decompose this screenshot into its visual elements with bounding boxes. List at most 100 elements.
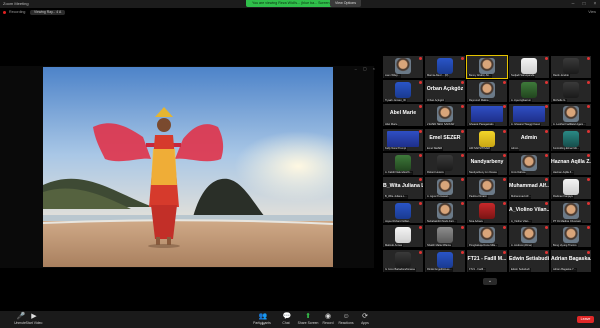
participant-tile[interactable]: Marnia Alexz... (D) [425,56,465,78]
muted-mic-icon [545,250,548,254]
muted-mic-icon [419,202,422,206]
maximize-icon[interactable]: □ [581,0,587,8]
close-icon[interactable]: × [592,0,598,8]
participant-video [521,82,537,99]
participant-display-name: Muhammad Alf... [509,183,549,189]
participant-video [563,58,579,74]
participant-tile[interactable]: Kontrolling Elmar Mo... [551,128,591,151]
participant-tile[interactable]: A_Violino Vilan... A_Violino Vilan... [509,201,549,224]
participant-tile[interactable]: Adrian Bagaska... Adrian Bagaska Y... [551,249,591,272]
participant-tile[interactable]: A. Ghearat Tiauggi Kasur [509,104,549,127]
participant-tile[interactable]: Robert Hereze [425,152,465,175]
apps-button[interactable]: ⟳ Apps [345,313,385,325]
muted-mic-icon [503,105,506,109]
participant-video [563,82,579,99]
participant-name: Ghearat Pacagamalo [468,122,495,127]
participant-tile[interactable]: Paulina Kiniaini [467,177,507,199]
start-video-button[interactable]: ▶ Start Video [14,313,54,325]
participant-tile[interactable]: FT21 - FadlI M... FT21 - FadlI... [467,249,507,272]
participant-video [395,227,411,244]
participant-tile[interactable]: Rodman Fanjaya [551,177,591,199]
participant-tile[interactable]: G Coco Bariadora/Grassa [383,249,423,272]
participant-name: Adrian Bagaska Y... [552,268,577,272]
participant-tile[interactable]: Nuhahainibit Nodo Fari... [425,201,465,224]
participant-video [437,154,453,171]
fullscreen-icon[interactable]: ▢ [363,66,367,72]
viewing-indicator[interactable]: Viewing Ray... 4 A [30,9,66,15]
participant-tile[interactable]: B_Wita Juliana L... B_Wita Juliana L... [383,177,423,199]
muted-mic-icon [503,250,506,254]
close-share-icon[interactable]: × [373,66,375,72]
participant-name: Bong Hyung Tinomo [552,243,578,248]
participant-tile[interactable]: A. Leolhat Fadlilatul Agam... [551,104,591,127]
video-off-icon: ▶ [31,313,37,320]
participant-video [395,251,411,268]
participant-tile[interactable]: Michelle G. [551,80,591,103]
participant-video [513,106,545,123]
participant-tile[interactable]: A. Ayeongbaerun [509,80,549,103]
participant-tile[interactable]: Malindo Annas [383,225,423,248]
muted-mic-icon [545,226,548,230]
participant-tile[interactable]: Haznan Aqilla Z... Haznan Aqilla Z... [551,152,591,175]
participant-tile[interactable]: Pongitaluqa Duna Mila... [467,225,507,248]
muted-mic-icon [503,129,506,133]
participant-tile[interactable]: Muhammad Alf... Muhammad Alf... [509,177,549,199]
muted-mic-icon [503,178,506,181]
participant-tile[interactable]: Nandyarbeny Nandyarbeny Lin Dessa [467,152,507,175]
participant-name: Rodman Fanjaya [552,195,574,199]
participant-video [437,203,453,220]
participant-tile[interactable]: Shaikh Malia Rifanta [425,225,465,248]
participant-tile[interactable]: Ghearat Pacagamalo [467,104,507,127]
participant-tile[interactable]: A. Andrew (Alima) [509,225,549,248]
participant-video [387,130,419,147]
participant-name: A. Leolhat Fadlilatul Agam... [552,122,587,127]
participant-name: Kontrolling Elmar Mo... [552,147,581,151]
minimize-share-icon[interactable]: – [355,66,357,72]
participant-tile[interactable]: Ranik Jerebio [551,56,591,78]
participant-name: ADI SAKSITISARI [468,147,492,151]
view-button[interactable]: View [588,8,596,16]
participant-name: Liam Wiley... [384,74,401,78]
participant-name: Sina Adowa [468,219,484,224]
recording-label: Recording [9,10,26,14]
share-view-controls: – ▢ × [345,66,375,72]
leave-button[interactable]: Leave [577,316,594,323]
participant-name: A_Violino Vilan... [510,219,532,224]
app-title: Zoom Meeting [3,1,29,6]
muted-mic-icon [461,250,464,254]
participant-tile[interactable]: Abel Marie Abel Marie [383,104,423,127]
participant-tile[interactable]: Irmis Dahwa [509,152,549,175]
participant-tile[interactable]: A. Agus Purnawan [425,177,465,199]
participant-tile[interactable]: Kelly Nora Prompt [383,128,423,151]
participant-tile[interactable]: PT 01 Madina Chusnani [551,201,591,224]
participant-tile[interactable]: Sina Adowa [467,201,507,224]
participant-display-name: B_Wita Juliana L... [383,183,423,189]
participant-tile[interactable]: Tiyaah Jensen_ID [383,80,423,103]
participant-name: A. Ghearat Tiauggi Kasur [510,122,542,127]
participant-tile[interactable]: ADI SAKSITISARI [467,128,507,151]
participant-tile[interactable]: 2 EVEN SEGI SAKKAR [425,104,465,127]
view-options-button[interactable]: View Options [330,0,362,7]
participant-tile[interactable]: Rindel Angelito/Lau... [425,249,465,272]
muted-mic-icon [461,105,464,109]
participant-tile[interactable]: Benny Ahaful, Ali... [466,55,508,79]
minimize-icon[interactable]: – [570,0,576,8]
start-video-label: Start Video [25,321,43,325]
participant-tile[interactable]: Bong Hyung Tinomo [551,225,591,248]
participant-name: Nandyarbeny Lin Dessa [468,171,498,175]
participant-tile[interactable]: Liam Wiley... [383,56,423,78]
participant-name: Abel Marie [384,122,399,127]
participant-tile[interactable]: Jayse Richard Gillian [383,201,423,224]
muted-mic-icon [545,57,548,60]
participant-tile[interactable]: Orban Açıkgöz Orban Açıkgöz [425,80,465,103]
participant-video [563,106,579,123]
muted-mic-icon [503,202,506,206]
participant-video [395,203,411,220]
participant-tile[interactable]: Sudjadi Sarsopanda [509,56,549,78]
participant-tile[interactable]: Edwin Setiabudi Edwin Setiabudi [509,249,549,272]
participant-tile[interactable]: Admin Admin [509,128,549,151]
participant-tile[interactable]: A. Kahdi Natundsorth... [383,152,423,175]
next-page-button[interactable]: ⌄ [483,278,497,285]
participant-tile[interactable]: Emel SEZER Emel SEZER [425,128,465,151]
participant-tile[interactable]: Reymond Malina [467,80,507,103]
